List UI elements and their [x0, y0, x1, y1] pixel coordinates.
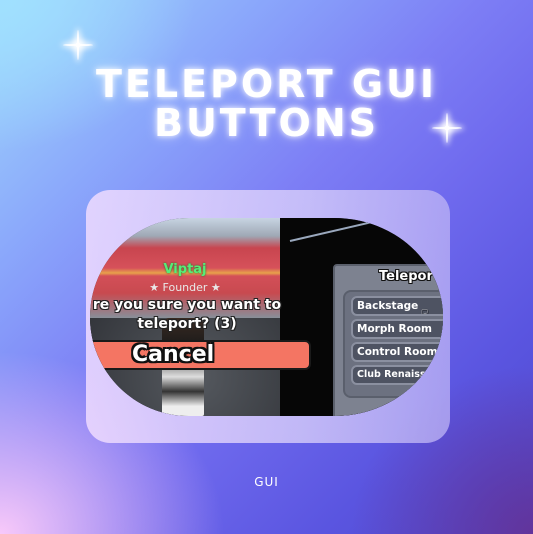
page-title: TELEPORT GUI BUTTONS: [0, 65, 533, 143]
player-rank: ★ Founder ★: [149, 281, 221, 294]
title-line-1: TELEPORT GUI: [95, 62, 438, 106]
teleport-item-morph-room[interactable]: Morph Room: [351, 319, 443, 339]
teleport-item-backstage[interactable]: Backstage ☟: [351, 296, 443, 316]
teleport-item-club-renaissance[interactable]: Club Renaissan: [351, 365, 443, 385]
player-name: Viptaj: [163, 262, 207, 277]
teleport-item-label: Control Room: [357, 346, 438, 358]
teleport-item-control-room[interactable]: Control Room: [351, 342, 443, 362]
cancel-button[interactable]: Cancel: [90, 340, 311, 370]
prompt-line-1: re you sure you want to: [92, 297, 282, 313]
teleport-item-label: Backstage: [357, 300, 419, 312]
teleport-item-label: Club Renaissan: [357, 369, 439, 380]
prompt-line-2: teleport? (3): [137, 316, 237, 332]
game-screenshot: Viptaj ★ Founder ★ re you sure you want …: [90, 218, 443, 416]
teleport-confirm-prompt: re you sure you want to teleport? (3): [90, 296, 292, 334]
teleport-panel: Telepor Backstage ☟ Morph Room Control R…: [333, 264, 443, 416]
hand-pointer-icon: ☟: [421, 307, 429, 316]
caption: GUI: [254, 475, 279, 489]
sparkle-icon: [61, 28, 95, 62]
title-line-2: BUTTONS: [153, 101, 379, 145]
teleport-panel-title: Telepor: [379, 269, 433, 284]
teleport-item-label: Morph Room: [357, 323, 432, 335]
teleport-list: Backstage ☟ Morph Room Control Room Club…: [343, 290, 443, 398]
